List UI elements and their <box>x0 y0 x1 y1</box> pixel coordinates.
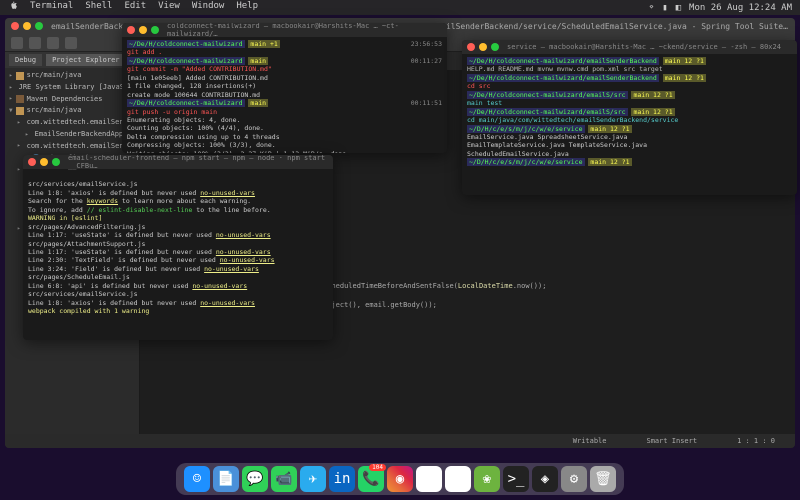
dock-settings[interactable]: ⚙ <box>561 466 587 492</box>
tree-item[interactable]: ▸EmailSenderBackendApplic <box>7 129 137 141</box>
close-icon[interactable] <box>28 158 36 166</box>
maximize-icon[interactable] <box>491 43 499 51</box>
status-writable: Writable <box>573 437 607 445</box>
dock-whatsapp[interactable]: 📞104 <box>358 466 384 492</box>
maximize-icon[interactable] <box>151 26 159 34</box>
dock-notion[interactable]: N <box>445 466 471 492</box>
status-insert: Smart Insert <box>646 437 697 445</box>
tree-item[interactable]: ▸com.wittedtech.emailSenderBackend <box>7 141 137 153</box>
minimize-icon[interactable] <box>40 158 48 166</box>
apple-icon[interactable] <box>8 1 18 14</box>
close-icon[interactable] <box>11 22 19 30</box>
dock-instagram[interactable]: ◉ <box>387 466 413 492</box>
run-icon[interactable] <box>65 37 77 49</box>
menu-help[interactable]: Help <box>236 1 258 14</box>
terminal-output: ~/De/H/coldconnect-mailwizard/emailSende… <box>462 54 797 170</box>
new-icon[interactable] <box>11 37 23 49</box>
terminal-output: src/services/emailService.js Line 1:8: '… <box>23 169 333 318</box>
menu-view[interactable]: View <box>158 1 180 14</box>
wifi-icon[interactable]: ⌔ <box>649 3 654 13</box>
macos-menubar: Terminal Shell Edit View Window Help ⌔ ▮… <box>0 0 800 15</box>
tab-debug[interactable]: Debug <box>9 54 42 66</box>
menubar-app[interactable]: Terminal <box>30 1 73 14</box>
maximize-icon[interactable] <box>52 158 60 166</box>
minimize-icon[interactable] <box>479 43 487 51</box>
macos-dock: ☺📄💬📹✈in📞104◉◉N❀>_◈⚙🗑 <box>176 463 624 495</box>
dock-preview[interactable]: 📄 <box>213 466 239 492</box>
dock-telegram[interactable]: ✈ <box>300 466 326 492</box>
ide-statusbar: Writable Smart Insert 1 : 1 : 0 <box>5 434 795 448</box>
battery-icon[interactable]: ▮ <box>662 3 667 13</box>
dock-resolve[interactable]: ◈ <box>532 466 558 492</box>
terminal-title: service — macbookair@Harshits-Mac … ~cke… <box>507 43 781 51</box>
menu-edit[interactable]: Edit <box>124 1 146 14</box>
tab-project-explorer[interactable]: Project Explorer <box>46 54 125 66</box>
terminal-service[interactable]: service — macbookair@Harshits-Mac … ~cke… <box>462 40 797 195</box>
dock-trash[interactable]: 🗑 <box>590 466 616 492</box>
menu-shell[interactable]: Shell <box>85 1 112 14</box>
dock-linkedin[interactable]: in <box>329 466 355 492</box>
dock-finder[interactable]: ☺ <box>184 466 210 492</box>
tree-item[interactable]: ▼src/main/java <box>7 105 137 117</box>
terminal-title: coldconnect-mailwizard — macbookair@Hars… <box>167 23 442 38</box>
terminal-git[interactable]: coldconnect-mailwizard — macbookair@Hars… <box>122 23 447 153</box>
datetime[interactable]: Mon 26 Aug 12:24 AM <box>689 3 792 13</box>
menu-window[interactable]: Window <box>192 1 225 14</box>
minimize-icon[interactable] <box>23 22 31 30</box>
debug-icon[interactable] <box>47 37 59 49</box>
close-icon[interactable] <box>127 26 135 34</box>
dock-messages[interactable]: 💬 <box>242 466 268 492</box>
tree-item[interactable]: ▸src/main/java <box>7 70 137 82</box>
close-icon[interactable] <box>467 43 475 51</box>
control-center-icon[interactable]: ◧ <box>676 3 681 13</box>
status-pos: 1 : 1 : 0 <box>737 437 775 445</box>
minimize-icon[interactable] <box>139 26 147 34</box>
tree-item[interactable]: ▸com.wittedtech.emailSenderBackend <box>7 117 137 129</box>
dock-spring[interactable]: ❀ <box>474 466 500 492</box>
dock-terminal[interactable]: >_ <box>503 466 529 492</box>
terminal-npm[interactable]: email-scheduler-frontend — npm start — n… <box>23 155 333 340</box>
terminal-title: email-scheduler-frontend — npm start — n… <box>68 155 328 170</box>
dock-facetime[interactable]: 📹 <box>271 466 297 492</box>
maximize-icon[interactable] <box>35 22 43 30</box>
dock-chrome[interactable]: ◉ <box>416 466 442 492</box>
save-icon[interactable] <box>29 37 41 49</box>
tree-item[interactable]: ▸JRE System Library [JavaSE-17] <box>7 82 137 94</box>
tree-item[interactable]: ▸Maven Dependencies <box>7 94 137 106</box>
